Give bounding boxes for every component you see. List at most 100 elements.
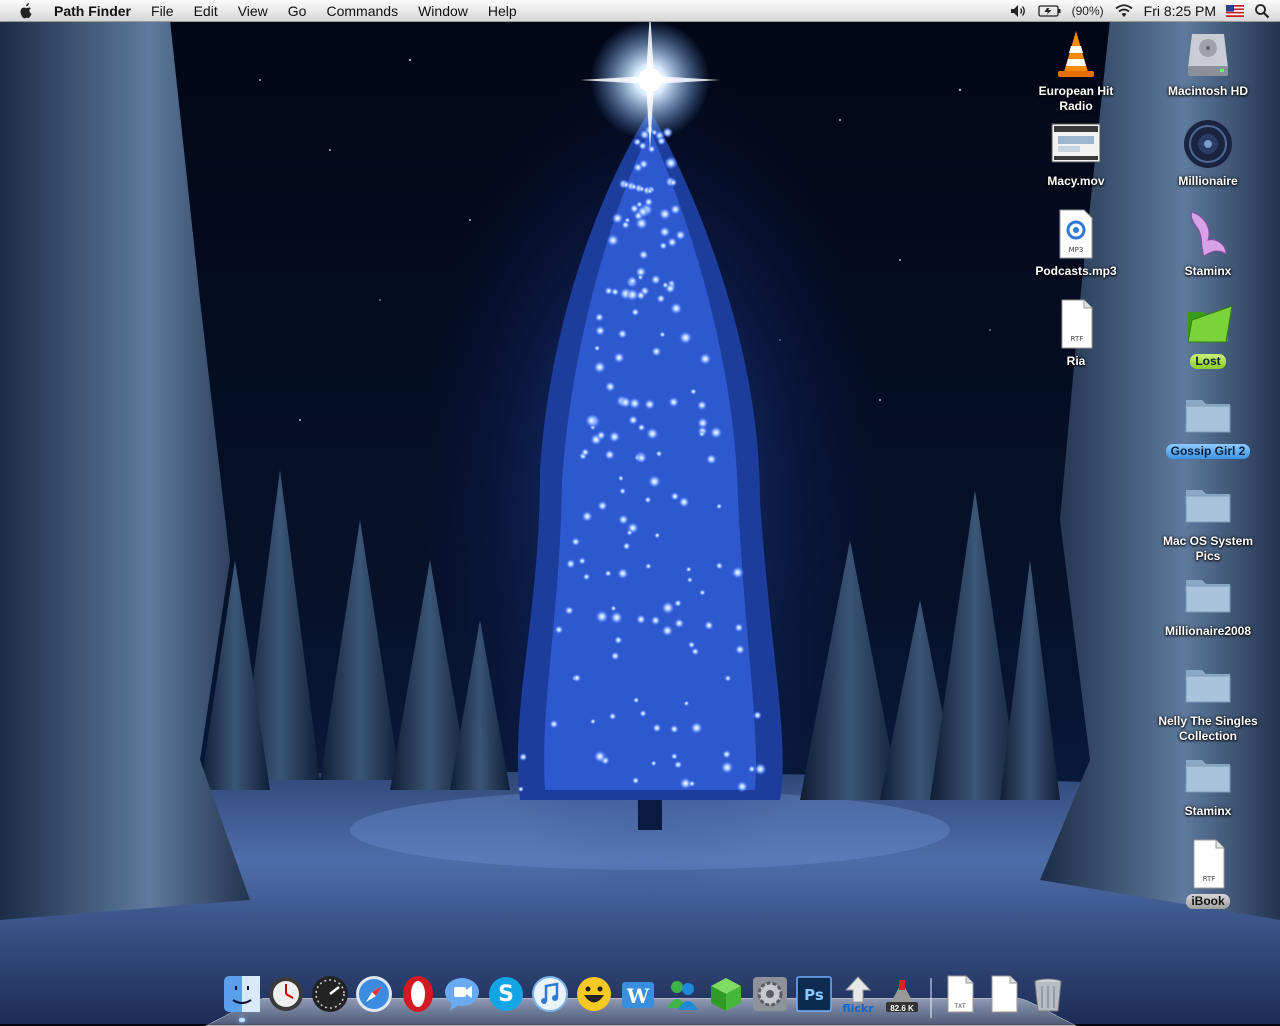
menu-window[interactable]: Window — [408, 0, 478, 22]
tree-light — [699, 589, 706, 596]
mp3-file-icon: MP3 — [1059, 209, 1093, 259]
menu-edit[interactable]: Edit — [184, 0, 228, 22]
dock-skype-icon[interactable]: S — [486, 974, 526, 1014]
dock-network-monitor-icon[interactable]: 82.6 K — [882, 974, 922, 1014]
tree-light — [720, 760, 734, 775]
volume-icon[interactable] — [1010, 4, 1028, 18]
dock-finder-icon[interactable] — [222, 974, 262, 1022]
desktop-icon-nelly-the-singles-collection[interactable]: Nelly The Singles Collection — [1148, 658, 1268, 745]
dock-wordpress-icon[interactable]: W — [618, 974, 658, 1014]
dock-trash-icon[interactable] — [1028, 974, 1068, 1014]
tree-light — [669, 203, 682, 215]
desktop-icon-millionaire[interactable]: Millionaire — [1148, 118, 1268, 190]
desktop-icon-label: Podcasts.mp3 — [1035, 264, 1117, 278]
dock-opera-icon[interactable] — [398, 974, 438, 1014]
battery-icon[interactable] — [1037, 4, 1062, 18]
svg-text:Ps: Ps — [804, 986, 824, 1004]
tree-light — [724, 674, 732, 682]
menu-commands[interactable]: Commands — [316, 0, 408, 22]
tree-light — [647, 474, 662, 489]
tree-light — [690, 388, 697, 395]
tree-light — [635, 614, 647, 625]
desktop-icon-podcasts-mp3[interactable]: MP3 Podcasts.mp3 — [1016, 208, 1136, 280]
tree-light — [594, 325, 606, 337]
dock-cube-app-icon[interactable] — [706, 974, 746, 1014]
dock-photoshop-icon[interactable]: Ps — [794, 974, 834, 1014]
tree-light — [637, 274, 644, 281]
tree-light — [646, 188, 653, 195]
desktop-icon-label: Gossip Girl 2 — [1165, 444, 1251, 459]
wifi-icon[interactable] — [1114, 3, 1134, 18]
desktop-icon-macintosh-hd[interactable]: Macintosh HD — [1148, 28, 1268, 100]
tree-light — [664, 282, 676, 294]
tree-light — [613, 635, 623, 645]
desktop-icon-staminx-app[interactable]: Staminx — [1148, 208, 1268, 280]
desktop-icon-ibook[interactable]: RTF iBook — [1148, 838, 1268, 910]
menu-clock[interactable]: Fri 8:25 PM — [1144, 3, 1216, 19]
dock-clock-icon[interactable] — [266, 974, 306, 1014]
tree-light — [637, 423, 646, 432]
menu-view[interactable]: View — [228, 0, 278, 22]
dock-messenger-icon[interactable] — [662, 974, 702, 1014]
rtf-file-icon: RTF — [1061, 299, 1093, 349]
dock-dashboard-icon[interactable] — [310, 974, 350, 1014]
desktop-icon-mac-os-system-pics[interactable]: Mac OS System Pics — [1148, 478, 1268, 565]
dock-ichat-icon[interactable] — [442, 974, 482, 1014]
tree-light — [673, 760, 683, 769]
desktop-icon-macy-mov[interactable]: Macy.mov — [1016, 118, 1136, 190]
tree-light — [655, 450, 663, 458]
tree-light — [595, 609, 609, 624]
rtf-badge: RTF — [1203, 875, 1216, 883]
tree-light — [572, 673, 582, 683]
movie-thumbnail-icon — [1051, 123, 1101, 163]
desktop-icon-label: European Hit Radio — [1038, 84, 1114, 113]
menu-file[interactable]: File — [141, 0, 184, 22]
tree-light — [645, 562, 652, 570]
rtf-badge: RTF — [1071, 335, 1084, 343]
desktop-icon-millionaire2008[interactable]: Millionaire2008 — [1148, 568, 1268, 640]
staminx-app-icon — [1190, 211, 1227, 257]
desktop-icon-staminx-folder[interactable]: Staminx — [1148, 748, 1268, 820]
desktop-icon-ria[interactable]: RTF Ria — [1016, 298, 1136, 370]
dock-document-icon[interactable] — [984, 974, 1024, 1014]
tree-light — [753, 710, 762, 720]
tree-light — [658, 207, 672, 221]
apple-menu-icon[interactable] — [18, 2, 38, 20]
tree-light — [674, 618, 685, 629]
us-flag-icon[interactable] — [1226, 4, 1244, 17]
tree-light — [549, 719, 559, 729]
tree-light — [754, 762, 767, 776]
tree-light — [608, 430, 621, 443]
dock-itunes-icon[interactable] — [530, 974, 570, 1014]
tree-light — [594, 312, 605, 323]
svg-text:W: W — [626, 984, 650, 1008]
tree-light — [669, 724, 679, 734]
desktop-icon-gossip-girl-2[interactable]: Gossip Girl 2 — [1148, 388, 1268, 460]
running-indicator — [239, 1018, 245, 1022]
dock-safari-icon[interactable] — [354, 974, 394, 1014]
app-menu-path-finder[interactable]: Path Finder — [54, 0, 141, 22]
desktop-icon-european-hit-radio[interactable]: European Hit Radio — [1016, 28, 1136, 115]
tree-light — [669, 178, 678, 187]
tree-light — [633, 210, 644, 221]
vlc-cone-icon — [1058, 31, 1094, 77]
desktop-icon-label: Staminx — [1184, 804, 1232, 818]
dock-adium-icon[interactable] — [574, 974, 614, 1014]
dock-system-preferences-icon[interactable] — [750, 974, 790, 1014]
rtf-file-icon: RTF — [1193, 839, 1225, 889]
tree-light — [659, 331, 666, 338]
menu-help[interactable]: Help — [478, 0, 527, 22]
dock-txt-document-icon[interactable]: TXT — [940, 974, 980, 1014]
battery-percentage[interactable]: (90%) — [1072, 4, 1104, 18]
tree-light — [654, 532, 661, 539]
tree-light — [661, 624, 674, 637]
dock-flickr-uploader-icon[interactable]: flickr — [838, 974, 878, 1014]
svg-text:TXT: TXT — [953, 1003, 966, 1010]
tree-light — [644, 197, 654, 207]
tree-light — [593, 750, 607, 763]
desktop-icon-lost[interactable]: Lost — [1148, 298, 1268, 370]
tree-light — [673, 599, 683, 608]
spotlight-icon[interactable] — [1254, 3, 1270, 19]
menu-go[interactable]: Go — [278, 0, 317, 22]
tree-light — [622, 541, 631, 551]
